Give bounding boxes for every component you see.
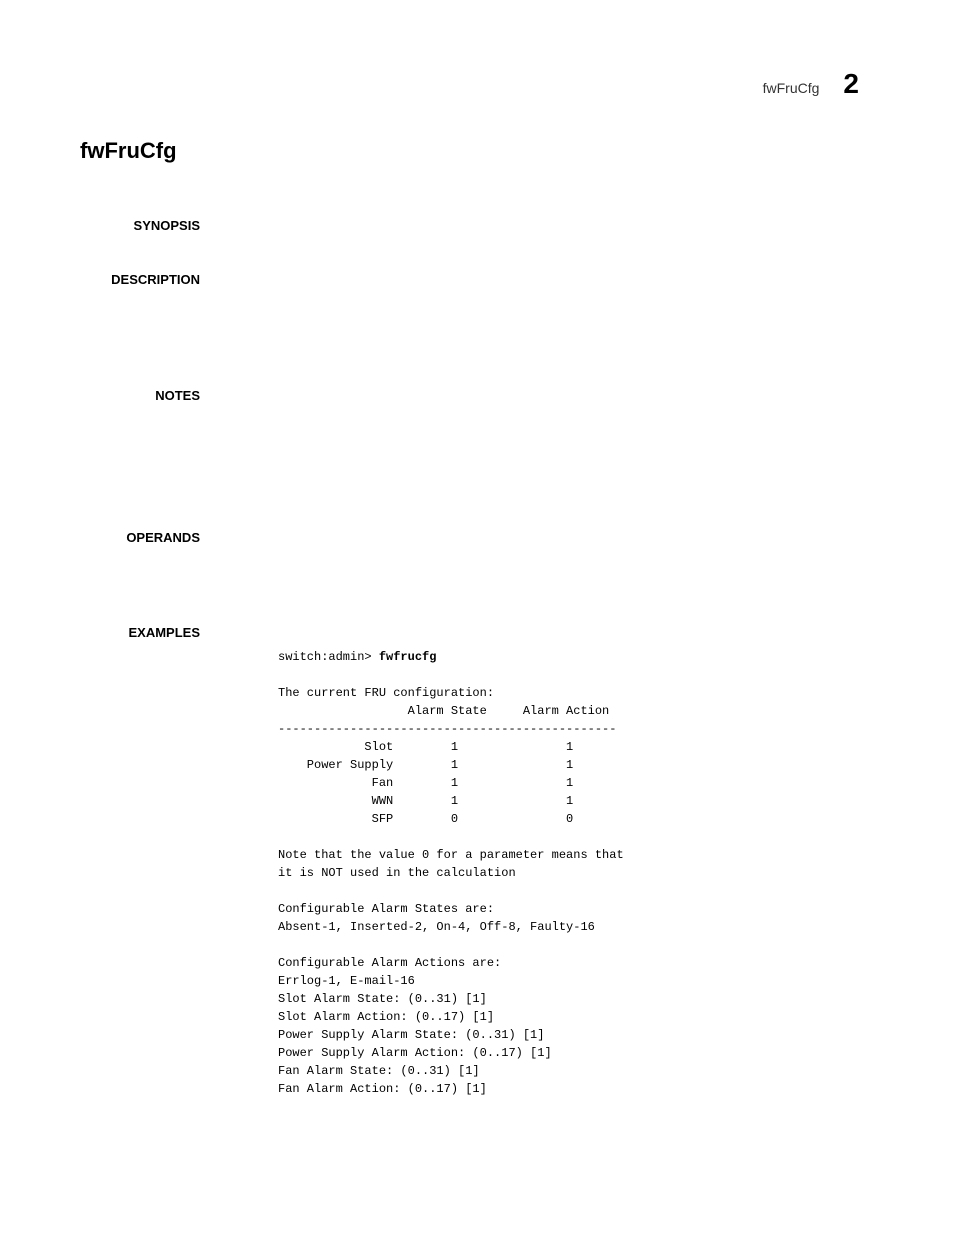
shell-command: fwfrucfg — [379, 650, 437, 664]
section-description: DESCRIPTION — [80, 272, 200, 287]
shell-prompt: switch:admin> — [278, 650, 379, 664]
section-notes: NOTES — [80, 388, 200, 403]
section-examples: EXAMPLES — [80, 625, 200, 640]
example-code-block: switch:admin> fwfrucfg The current FRU c… — [278, 648, 624, 1098]
header-label: fwFruCfg — [763, 80, 820, 96]
section-synopsis: SYNOPSIS — [80, 218, 200, 233]
shell-output: The current FRU configuration: Alarm Sta… — [278, 686, 624, 1096]
page-header: fwFruCfg 2 — [763, 68, 859, 100]
chapter-number: 2 — [843, 68, 859, 100]
section-operands: OPERANDS — [80, 530, 200, 545]
page-title: fwFruCfg — [80, 138, 177, 164]
